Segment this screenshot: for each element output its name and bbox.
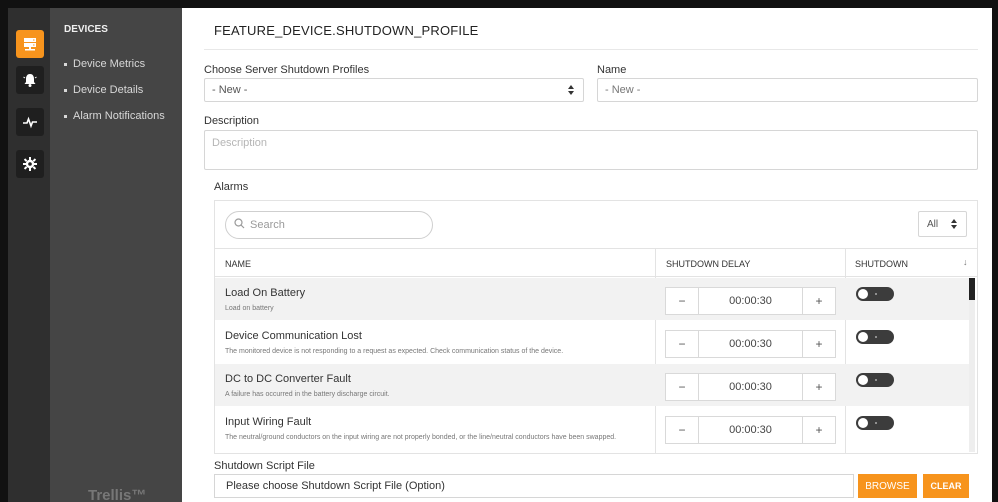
delay-value[interactable]: 00:00:30 [698,331,803,357]
shutdown-toggle[interactable] [856,287,894,301]
clear-button[interactable]: CLEAR [923,474,969,498]
delay-stepper: − 00:00:30 + [665,287,836,315]
delay-value[interactable]: 00:00:30 [698,374,803,400]
delay-stepper: − 00:00:30 + [665,330,836,358]
nav-section-title: DEVICES [64,24,108,35]
devices-nav: DEVICES Device Metrics Device Details Al… [50,8,182,502]
brand-logo: Trellis™ [88,487,147,502]
sort-arrow-icon[interactable]: ↓ [963,257,968,267]
search-icon [234,218,245,232]
profiles-select-value: - New - [212,84,248,96]
name-input-placeholder: - New - [605,84,641,96]
main-content: FEATURE_DEVICE.SHUTDOWN_PROFILE Choose S… [182,8,992,502]
increment-button[interactable]: + [803,288,835,314]
shutdown-toggle[interactable] [856,416,894,430]
delay-stepper: − 00:00:30 + [665,416,836,444]
alarm-description: The neutral/ground conductors on the inp… [225,434,617,441]
name-input[interactable]: - New - [597,78,978,102]
table-row: Device Communication Lost The monitored … [215,321,971,363]
delay-value[interactable]: 00:00:30 [698,288,803,314]
profiles-select[interactable]: - New - [204,78,584,102]
alarm-name: Device Communication Lost [225,330,362,342]
decrement-button[interactable]: − [666,331,698,357]
nav-item-alarm-notifications[interactable]: Alarm Notifications [64,110,165,122]
title-divider [204,49,978,50]
scrollbar-thumb[interactable] [969,278,975,300]
alarms-label: Alarms [214,181,249,193]
increment-button[interactable]: + [803,417,835,443]
alarm-description: Load on battery [225,305,274,312]
increment-button[interactable]: + [803,331,835,357]
name-label: Name [597,64,627,76]
script-file-input[interactable]: Please choose Shutdown Script File (Opti… [214,474,854,498]
alarm-name: Load On Battery [225,287,306,299]
filter-select[interactable]: All [918,211,967,237]
column-header-name[interactable]: NAME [225,259,251,269]
alarm-description: A failure has occurred in the battery di… [225,391,390,398]
column-header-delay[interactable]: SHUTDOWN DELAY [666,259,750,269]
delay-value[interactable]: 00:00:30 [698,417,803,443]
profiles-label: Choose Server Shutdown Profiles [204,64,370,76]
browse-button[interactable]: BROWSE [858,474,917,498]
server-icon[interactable] [16,30,44,58]
gear-icon[interactable] [16,150,44,178]
shutdown-toggle[interactable] [856,373,894,387]
scrollbar-track[interactable] [969,278,975,452]
description-placeholder: Description [212,137,268,149]
alarm-name: DC to DC Converter Fault [225,373,351,385]
table-row: DC to DC Converter Fault A failure has o… [215,364,971,406]
alarm-description: The monitored device is not responding t… [225,348,564,355]
nav-item-device-metrics[interactable]: Device Metrics [64,58,145,70]
pulse-icon[interactable] [16,108,44,136]
table-row: Load On Battery Load on battery − 00:00:… [215,278,971,320]
column-header-shutdown[interactable]: SHUTDOWN [855,259,908,269]
search-placeholder: Search [250,219,285,231]
alarm-name: Input Wiring Fault [225,416,312,428]
description-label: Description [204,115,260,127]
table-row: Input Wiring Fault The neutral/ground co… [215,407,971,449]
decrement-button[interactable]: − [666,288,698,314]
select-caret-icon [951,219,957,229]
decrement-button[interactable]: − [666,417,698,443]
page-title: FEATURE_DEVICE.SHUTDOWN_PROFILE [214,23,479,38]
increment-button[interactable]: + [803,374,835,400]
bell-icon[interactable] [16,66,44,94]
description-input[interactable]: Description [204,130,978,170]
select-caret-icon [568,85,574,95]
script-label: Shutdown Script File [214,460,315,472]
icon-rail [8,8,50,502]
script-file-placeholder: Please choose Shutdown Script File (Opti… [226,480,445,492]
search-input[interactable]: Search [225,211,433,239]
alarms-table: Search All NAME SHUTDOWN DELAY SHUTDOWN … [214,200,978,454]
decrement-button[interactable]: − [666,374,698,400]
shutdown-toggle[interactable] [856,330,894,344]
nav-item-device-details[interactable]: Device Details [64,84,143,96]
table-header: NAME SHUTDOWN DELAY SHUTDOWN ↓ [215,248,977,277]
delay-stepper: − 00:00:30 + [665,373,836,401]
filter-select-value: All [927,218,939,230]
